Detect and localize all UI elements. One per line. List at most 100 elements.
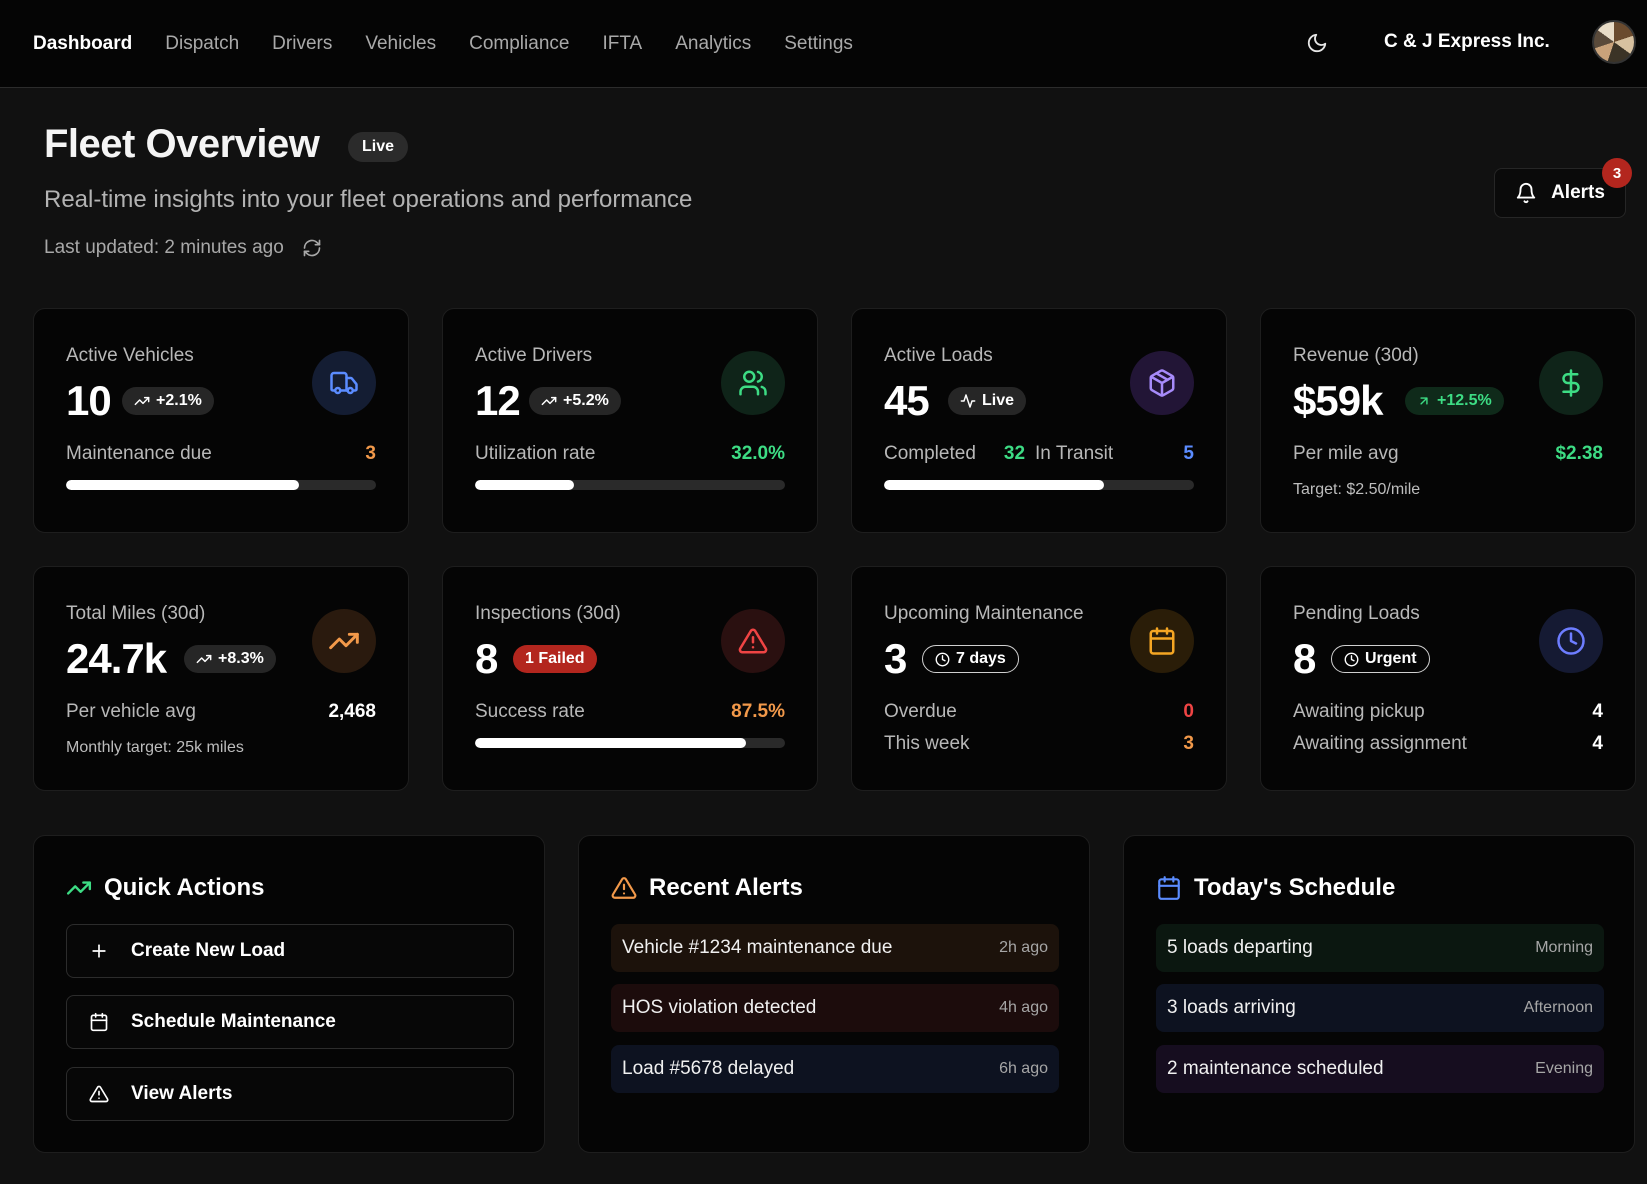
trending-up-icon bbox=[196, 654, 212, 664]
this-week-row: This week 3 bbox=[884, 733, 1194, 755]
schedule-row[interactable]: 5 loads departing Morning bbox=[1156, 924, 1604, 972]
package-icon bbox=[1149, 369, 1175, 397]
refresh-icon[interactable] bbox=[302, 238, 322, 258]
card-active-loads[interactable]: Active Loads 45 Live Completed 32 In Tra… bbox=[851, 308, 1227, 533]
users-icon-circle bbox=[721, 351, 785, 415]
nav-link-drivers[interactable]: Drivers bbox=[272, 33, 332, 55]
button-label: Schedule Maintenance bbox=[131, 1011, 336, 1032]
per-vehicle-row: Per vehicle avg 2,468 bbox=[66, 701, 376, 723]
progress-fill bbox=[66, 480, 299, 490]
row-value: 32.0% bbox=[731, 443, 785, 464]
card-value: 8 bbox=[1293, 635, 1316, 682]
plus-icon bbox=[92, 944, 106, 958]
nav-link-dashboard[interactable]: Dashboard bbox=[33, 33, 132, 55]
avatar[interactable] bbox=[1592, 20, 1636, 64]
progress-bar bbox=[884, 480, 1194, 490]
activity-icon bbox=[960, 394, 976, 408]
trend-value: +12.5% bbox=[1437, 392, 1492, 409]
row-label: Overdue bbox=[884, 701, 957, 722]
days-badge: 7 days bbox=[922, 645, 1019, 673]
row-value: 2,468 bbox=[328, 701, 376, 722]
trending-up-icon bbox=[541, 396, 557, 406]
package-icon-circle bbox=[1130, 351, 1194, 415]
nav-link-ifta[interactable]: IFTA bbox=[602, 33, 642, 55]
progress-bar bbox=[66, 480, 376, 490]
trending-icon-circle bbox=[312, 609, 376, 673]
card-value: 12 bbox=[475, 377, 521, 424]
row-value: 4 bbox=[1592, 701, 1603, 722]
schedule-row[interactable]: 3 loads arriving Afternoon bbox=[1156, 984, 1604, 1032]
panel-title-text: Recent Alerts bbox=[649, 874, 803, 901]
nav-link-compliance[interactable]: Compliance bbox=[469, 33, 569, 55]
card-pending-loads[interactable]: Pending Loads 8 Urgent Awaiting pickup 4… bbox=[1260, 566, 1636, 791]
progress-fill bbox=[884, 480, 1105, 490]
create-new-load-button[interactable]: Create New Load bbox=[66, 924, 514, 978]
warning-icon-circle bbox=[721, 609, 785, 673]
overdue-row: Overdue 0 bbox=[884, 701, 1194, 723]
trending-up-icon bbox=[134, 396, 150, 406]
alert-time: 6h ago bbox=[999, 1060, 1048, 1077]
progress-fill bbox=[475, 480, 575, 490]
trend-value: +2.1% bbox=[156, 392, 202, 409]
maintenance-due-row: Maintenance due 3 bbox=[66, 443, 376, 465]
button-label: View Alerts bbox=[131, 1083, 233, 1104]
trend-badge: +2.1% bbox=[122, 387, 214, 415]
nav-link-dispatch[interactable]: Dispatch bbox=[165, 33, 239, 55]
card-value: $59k bbox=[1293, 377, 1383, 424]
schedule-row[interactable]: 2 maintenance scheduled Evening bbox=[1156, 1045, 1604, 1093]
card-label: Inspections (30d) bbox=[475, 603, 621, 624]
card-revenue[interactable]: Revenue (30d) $59k +12.5% Per mile avg $… bbox=[1260, 308, 1636, 533]
row-value: $2.38 bbox=[1555, 443, 1603, 464]
live-badge-text: Live bbox=[982, 392, 1015, 409]
view-alerts-button[interactable]: View Alerts bbox=[66, 1067, 514, 1121]
row-label: Utilization rate bbox=[475, 443, 596, 464]
days-badge-text: 7 days bbox=[956, 650, 1006, 667]
calendar-icon bbox=[1149, 627, 1175, 655]
card-value: 45 bbox=[884, 377, 930, 424]
panel-title: Quick Actions bbox=[66, 874, 264, 902]
trend-badge: +8.3% bbox=[184, 645, 276, 673]
schedule-maintenance-button[interactable]: Schedule Maintenance bbox=[66, 995, 514, 1049]
nav-link-analytics[interactable]: Analytics bbox=[675, 33, 751, 55]
nav-link-vehicles[interactable]: Vehicles bbox=[365, 33, 436, 55]
arrow-up-right-icon bbox=[1420, 397, 1428, 405]
top-navigation: Dashboard Dispatch Drivers Vehicles Comp… bbox=[0, 0, 1647, 88]
card-value: 10 bbox=[66, 377, 112, 424]
loads-status-row: Completed 32 In Transit 5 bbox=[884, 443, 1194, 465]
card-inspections[interactable]: Inspections (30d) 8 1 Failed Success rat… bbox=[442, 566, 818, 791]
card-active-vehicles[interactable]: Active Vehicles 10 +2.1% Maintenance due… bbox=[33, 308, 409, 533]
alert-row[interactable]: HOS violation detected 4h ago bbox=[611, 984, 1059, 1032]
card-upcoming-maintenance[interactable]: Upcoming Maintenance 3 7 days Overdue 0 … bbox=[851, 566, 1227, 791]
card-value: 24.7k bbox=[66, 635, 167, 682]
trend-value: +8.3% bbox=[218, 650, 264, 667]
todays-schedule-panel: Today's Schedule 5 loads departing Morni… bbox=[1123, 835, 1635, 1153]
row-value: 87.5% bbox=[731, 701, 785, 722]
card-total-miles[interactable]: Total Miles (30d) 24.7k +8.3% Per vehicl… bbox=[33, 566, 409, 791]
card-label: Total Miles (30d) bbox=[66, 603, 206, 624]
users-icon bbox=[739, 370, 767, 396]
panel-title: Today's Schedule bbox=[1156, 874, 1395, 902]
row-label: Success rate bbox=[475, 701, 585, 722]
card-label: Active Loads bbox=[884, 345, 993, 366]
row-value: 3 bbox=[1183, 733, 1194, 754]
row-label: Awaiting pickup bbox=[1293, 701, 1425, 722]
card-active-drivers[interactable]: Active Drivers 12 +5.2% Utilization rate… bbox=[442, 308, 818, 533]
row-label: Maintenance due bbox=[66, 443, 212, 464]
page-title: Fleet Overview bbox=[44, 122, 320, 166]
trend-badge: +5.2% bbox=[529, 387, 621, 415]
alert-row[interactable]: Load #5678 delayed 6h ago bbox=[611, 1045, 1059, 1093]
awaiting-assignment-row: Awaiting assignment 4 bbox=[1293, 733, 1603, 755]
dollar-icon bbox=[1562, 369, 1580, 397]
moon-icon[interactable] bbox=[1306, 32, 1328, 54]
card-label: Upcoming Maintenance bbox=[884, 603, 1084, 624]
completed-label: Completed bbox=[884, 443, 976, 464]
panel-title: Recent Alerts bbox=[611, 874, 803, 902]
awaiting-pickup-row: Awaiting pickup 4 bbox=[1293, 701, 1603, 723]
nav-link-settings[interactable]: Settings bbox=[784, 33, 853, 55]
alert-row[interactable]: Vehicle #1234 maintenance due 2h ago bbox=[611, 924, 1059, 972]
row-value: 4 bbox=[1592, 733, 1603, 754]
schedule-time: Morning bbox=[1535, 939, 1593, 956]
alerts-count-badge: 3 bbox=[1602, 158, 1632, 188]
per-mile-row: Per mile avg $2.38 bbox=[1293, 443, 1603, 465]
progress-bar bbox=[475, 738, 785, 748]
